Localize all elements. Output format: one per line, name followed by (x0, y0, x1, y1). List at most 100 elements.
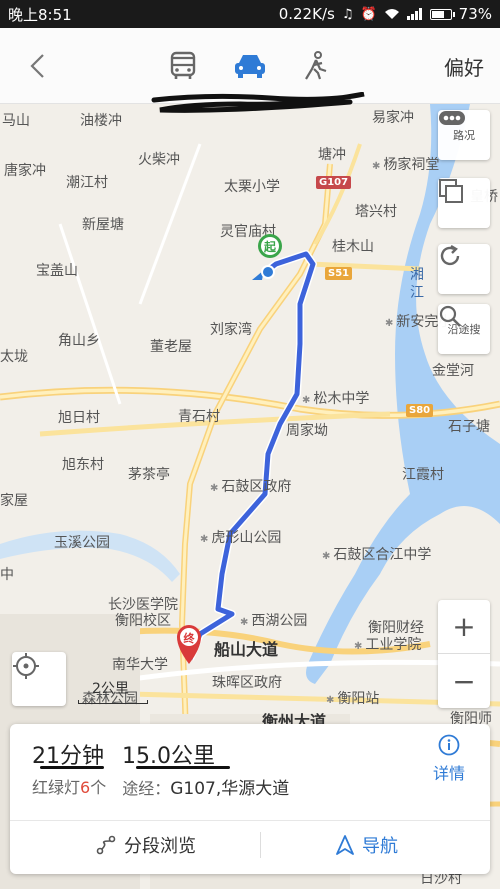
map-label: 青石村 (178, 409, 220, 425)
map-label: 珠晖区政府 (212, 675, 282, 691)
navigate-label: 导航 (362, 836, 398, 857)
zoom-in-button[interactable]: + (438, 600, 490, 654)
wifi-icon (384, 9, 399, 19)
road-shield: S80 (406, 404, 434, 417)
battery-icon (429, 8, 455, 20)
map-label: 桂木山 (332, 239, 374, 255)
zoom-controls: + − (438, 600, 490, 708)
status-bar: 晚上8:51 0.22K/s ♫ ⏰ 73% (0, 0, 500, 28)
details-button[interactable]: 详情 (428, 734, 470, 788)
map-label: 太栗小学 (224, 179, 280, 195)
navigation-arrow-icon (336, 835, 354, 855)
road-shield: G107 (316, 176, 352, 189)
road-label: 船山大道 (214, 640, 279, 659)
screen: 晚上8:51 0.22K/s ♫ ⏰ 73% 偏好 马山 油楼冲 易家冲 火柴冲… (0, 0, 500, 889)
redaction-scribble (151, 92, 365, 113)
via-roads: G107,华源大道 (170, 779, 290, 799)
river-label: 江 (410, 285, 424, 301)
map-label: 金堂河 (432, 363, 474, 379)
map-label: 江霞村 (402, 467, 444, 483)
map-label: 茅茶亭 (128, 467, 170, 483)
scale-label: 2公里 (92, 681, 129, 697)
info-icon (438, 734, 460, 756)
battery-percent: 73% (458, 5, 492, 23)
river-label: 湘 (410, 267, 424, 283)
start-marker: 起 (252, 234, 282, 280)
end-marker-label: 终 (184, 631, 196, 645)
map-label: 周家坳 (286, 423, 328, 439)
end-marker: 终 (177, 625, 201, 664)
map-label: 石子塘 (448, 419, 490, 435)
map-label: 火柴冲 (138, 152, 180, 168)
map-label: 衡阳校区 (115, 613, 171, 629)
route-segments-icon (96, 835, 116, 855)
annotation-underline (40, 766, 104, 769)
chevron-left-icon (30, 54, 44, 78)
network-speed: 0.22K/s (278, 5, 335, 23)
scale-bar (78, 700, 148, 704)
map-label: 塔兴村 (355, 204, 397, 220)
route-info: 红绿灯6个 途经：G107,华源大道 (32, 774, 289, 799)
layers-icon (439, 179, 463, 203)
status-right: 0.22K/s ♫ ⏰ 73% (279, 5, 492, 23)
map-label: 旭日村 (58, 410, 100, 426)
map-label: 中 (0, 567, 14, 583)
road-shield: S51 (325, 267, 353, 280)
car-icon (235, 55, 265, 78)
map-label: 家屋 (0, 493, 28, 509)
map-label: 易家冲 (372, 110, 414, 126)
traffic-lights: 红绿灯6个 (32, 778, 107, 797)
segment-browse-button[interactable]: 分段浏览 (96, 832, 196, 858)
map-label: 旭东村 (62, 457, 104, 473)
map-label: 角山乡 (58, 333, 100, 349)
map-poi-label: 杨家祠堂 (372, 154, 439, 174)
map-label: 玉溪公园 (54, 535, 110, 551)
back-button[interactable] (20, 48, 54, 84)
map-label: 马山 (2, 113, 30, 129)
map-poi-label: 松木中学 (302, 388, 369, 408)
traffic-lights-count: 6 (80, 778, 91, 797)
locate-button[interactable] (12, 652, 66, 706)
map-poi-label: 虎形山公园 (200, 527, 281, 547)
map-label: 董老屋 (150, 339, 192, 355)
map-label: 宝盖山 (36, 263, 78, 279)
map-poi-label: 石鼓区合江中学 (322, 544, 431, 564)
map-label: 唐家冲 (4, 163, 46, 179)
map-scale: 2公里 (78, 678, 148, 704)
mode-walk-button[interactable] (296, 48, 336, 84)
button-separator (260, 832, 261, 858)
segment-browse-label: 分段浏览 (124, 836, 196, 857)
headset-icon: ♫ (341, 6, 354, 22)
status-time: 晚上8:51 (8, 5, 72, 24)
search-along-route-button[interactable]: 沿途搜 (438, 304, 490, 354)
mode-bus-button[interactable] (163, 48, 203, 84)
layers-button[interactable] (438, 178, 490, 228)
alarm-icon: ⏰ (360, 6, 377, 22)
map-label: 潮江村 (66, 175, 108, 191)
map-poi-label: 西湖公园 (240, 610, 307, 630)
map-label: 刘家湾 (210, 322, 252, 338)
map-poi-label: 衡阳站 (326, 688, 379, 708)
map-label: 太垅 (0, 349, 28, 365)
card-divider (10, 820, 490, 821)
navigate-button[interactable]: 导航 (336, 832, 398, 858)
signal-icon (406, 8, 422, 20)
details-label: 详情 (432, 764, 465, 783)
refresh-button[interactable] (438, 244, 490, 294)
bus-icon (170, 51, 196, 79)
preferences-button[interactable]: 偏好 (444, 52, 484, 81)
map-poi-label: 石鼓区政府 (210, 476, 291, 496)
map-label: 新屋塘 (82, 217, 124, 233)
map-label: 油楼冲 (80, 113, 122, 129)
map-poi-label: 工业学院 (354, 634, 421, 654)
route-via: 途经：G107,华源大道 (122, 779, 290, 799)
mode-car-button[interactable] (230, 48, 270, 84)
locate-icon (13, 653, 39, 679)
zoom-out-button[interactable]: − (438, 654, 490, 708)
refresh-icon (440, 244, 460, 266)
route-summary-card[interactable]: 21分钟 15.0公里 红绿灯6个 途经：G107,华源大道 详情 分段浏览 导… (10, 724, 490, 874)
search-along-route-icon (439, 305, 461, 327)
start-marker-label: 起 (263, 239, 277, 254)
walk-icon (305, 51, 327, 80)
traffic-button[interactable]: 路况 (438, 110, 490, 160)
